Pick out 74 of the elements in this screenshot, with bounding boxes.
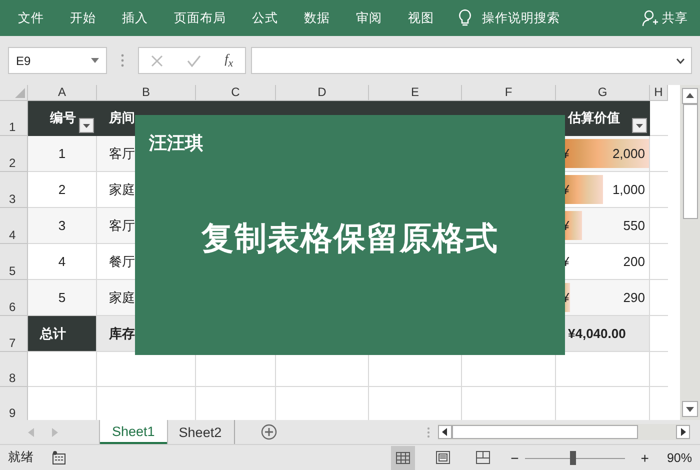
scroll-up-icon[interactable] (682, 88, 698, 104)
menu-tab[interactable]: 数据 (304, 10, 330, 26)
share-button[interactable]: 共享 (662, 10, 688, 26)
column-header[interactable]: C (196, 85, 276, 101)
row-header[interactable]: 7 (9, 336, 16, 350)
row-header[interactable]: 3 (9, 192, 16, 206)
sheet-tab[interactable]: Sheet1 (100, 420, 167, 444)
zoom-out-button[interactable]: − (510, 450, 519, 466)
filter-dropdown-icon[interactable] (79, 118, 94, 133)
menu-tab[interactable]: 文件 (18, 10, 44, 26)
scroll-down-icon[interactable] (682, 401, 698, 417)
title-text: 复制表格保留原格式 (200, 219, 500, 258)
row-header[interactable]: 6 (9, 300, 16, 314)
grid-icon (396, 452, 410, 464)
expand-caret-icon[interactable] (676, 58, 685, 64)
menu-tab[interactable]: 开始 (70, 10, 96, 26)
caret-icon (91, 58, 99, 63)
checkmark-icon[interactable] (186, 54, 201, 66)
formula-input[interactable] (251, 47, 692, 74)
header-label: 编号 (50, 109, 76, 127)
menu-tab[interactable]: 审阅 (356, 10, 382, 26)
column-header[interactable]: A (28, 85, 97, 101)
menu-tab[interactable]: 视图 (408, 10, 434, 26)
column-header[interactable]: B (97, 85, 196, 101)
name-box[interactable]: E9 (8, 47, 107, 74)
tell-me-search[interactable]: 操作说明搜索 (482, 10, 560, 26)
amount: 2,000 (612, 146, 645, 161)
zoom-slider[interactable] (524, 450, 625, 464)
amount: 200 (623, 254, 645, 269)
table-cell: 4 (28, 244, 97, 280)
menu-tab[interactable]: 插入 (122, 10, 148, 26)
row-header[interactable]: 9 (9, 406, 16, 420)
column-header[interactable]: E (369, 85, 462, 101)
row-header[interactable]: 1 (9, 120, 16, 134)
amount: 550 (623, 218, 645, 233)
column-header[interactable]: F (462, 85, 556, 101)
scroll-right-icon[interactable] (676, 425, 690, 439)
table-cell: 总计 (28, 316, 97, 352)
table-cell: 3 (28, 208, 97, 244)
table-cell: 1 (28, 136, 97, 172)
row-header[interactable]: 8 (9, 371, 16, 385)
page-icon (436, 451, 450, 464)
status-text: 就绪 (8, 449, 34, 466)
zoom-in-button[interactable]: + (640, 450, 649, 466)
table-cell: 5 (28, 280, 97, 316)
column-header[interactable]: G (556, 85, 650, 101)
row-header[interactable]: 2 (9, 156, 16, 170)
scrollbar-thumb[interactable] (452, 425, 638, 439)
slider-thumb[interactable] (570, 450, 576, 464)
column-header[interactable]: D (276, 85, 369, 101)
column-header[interactable]: H (650, 85, 668, 101)
add-sheet-icon[interactable] (260, 424, 277, 440)
amount: 1,000 (612, 182, 645, 197)
table-cell: 2 (28, 172, 97, 208)
drag-handle-icon[interactable] (427, 426, 430, 438)
amount: 290 (623, 290, 645, 305)
macro-record-icon[interactable] (52, 450, 66, 464)
page-break-icon (476, 451, 490, 464)
horizontal-scrollbar[interactable] (438, 424, 690, 440)
scroll-left-icon[interactable] (438, 425, 452, 439)
drag-handle-icon[interactable] (121, 54, 124, 67)
menu-tab[interactable]: 公式 (252, 10, 278, 26)
scrollbar-thumb[interactable] (682, 104, 698, 219)
zoom-level[interactable]: 90% (666, 450, 692, 464)
insert-function-button[interactable]: f$_{x}$ (224, 51, 234, 70)
lightbulb-icon (458, 9, 472, 27)
header-label: 估算价值 (568, 109, 620, 127)
normal-view-button[interactable] (390, 446, 415, 470)
filter-dropdown-icon[interactable] (632, 118, 647, 133)
row-header[interactable]: 4 (9, 228, 16, 242)
sheet-tab[interactable]: Sheet2 (166, 420, 234, 444)
person-add-icon (642, 10, 658, 26)
row-header[interactable]: 5 (9, 264, 16, 278)
menu-tab[interactable]: 页面布局 (174, 10, 226, 26)
